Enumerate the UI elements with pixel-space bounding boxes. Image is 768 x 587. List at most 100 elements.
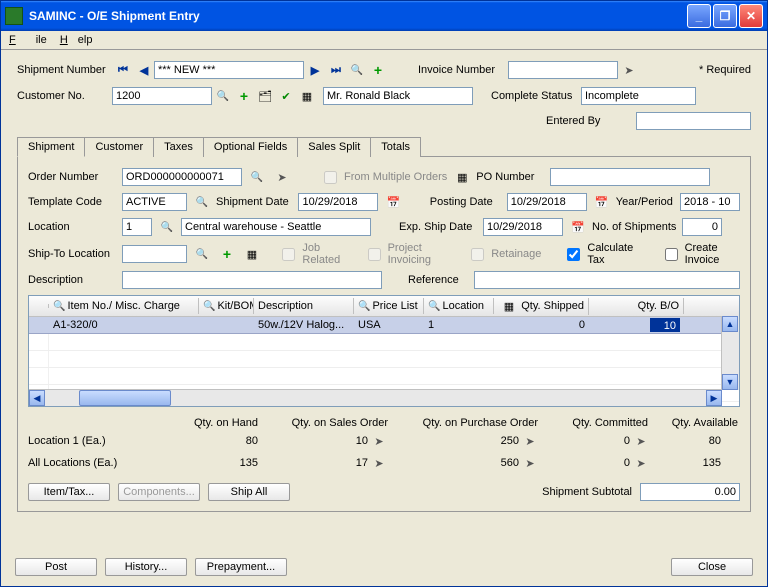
col-bo[interactable]: Qty. B/O <box>638 300 679 312</box>
menu-help[interactable]: Help <box>60 34 93 46</box>
template-code-input[interactable] <box>122 193 187 211</box>
order-go-icon[interactable]: ➤ <box>272 167 292 187</box>
customer-no-label: Customer No. <box>17 90 112 102</box>
window-title: SAMINC - O/E Shipment Entry <box>29 9 687 23</box>
grid-hscroll[interactable]: ◀ ▶ <box>29 389 722 406</box>
all-comm-go-icon[interactable]: ➤ <box>631 453 651 473</box>
scroll-down-icon[interactable]: ▼ <box>722 374 738 390</box>
loc-comm-go-icon[interactable]: ➤ <box>631 431 651 451</box>
search-shipment-icon[interactable] <box>347 60 367 80</box>
prepayment-button[interactable]: Prepayment... <box>195 558 287 576</box>
shipment-date-input[interactable] <box>298 193 378 211</box>
exp-ship-date-input[interactable] <box>483 218 563 236</box>
entered-by-label: Entered By <box>546 115 636 127</box>
item-tax-button[interactable]: Item/Tax... <box>28 483 110 501</box>
maximize-button[interactable]: ❐ <box>713 4 737 28</box>
posting-date-calendar-icon[interactable] <box>592 192 612 212</box>
shipto-table-icon[interactable]: ▦ <box>242 244 262 264</box>
col-item[interactable]: Item No./ Misc. Charge <box>67 300 179 312</box>
calculate-tax-checkbox[interactable]: Calculate Tax <box>563 242 638 266</box>
year-period-field <box>680 193 740 211</box>
template-search-icon[interactable] <box>192 192 212 212</box>
cell-desc[interactable]: 50w./12V Halog... <box>254 319 354 331</box>
col-kit[interactable]: Kit/BOM <box>217 300 254 312</box>
minimize-button[interactable]: _ <box>687 4 711 28</box>
scroll-up-icon[interactable]: ▲ <box>722 316 738 332</box>
tab-optional-fields[interactable]: Optional Fields <box>203 137 298 157</box>
invoice-go-icon[interactable]: ➤ <box>619 60 639 80</box>
order-number-label: Order Number <box>28 171 118 183</box>
customer-no-input[interactable] <box>112 87 212 105</box>
exp-ship-calendar-icon[interactable] <box>568 217 588 237</box>
detail-grid[interactable]: Item No./ Misc. Charge Kit/BOM Descripti… <box>28 295 740 407</box>
loc-po-go-icon[interactable]: ➤ <box>520 431 540 451</box>
reference-input[interactable] <box>474 271 740 289</box>
post-button[interactable]: Post <box>15 558 97 576</box>
customer-search-icon[interactable] <box>213 86 233 106</box>
customer-new-icon[interactable]: + <box>234 86 254 106</box>
cell-loc[interactable]: 1 <box>424 319 494 331</box>
customer-check-icon[interactable]: ✔ <box>276 86 296 106</box>
sum-h-comm: Qty. Committed <box>538 417 648 429</box>
grid-vscroll[interactable]: ▲ ▼ <box>721 316 739 390</box>
invoice-number-input[interactable] <box>508 61 618 79</box>
order-number-input[interactable] <box>122 168 242 186</box>
complete-status-label: Complete Status <box>491 90 581 102</box>
scroll-thumb[interactable] <box>79 390 171 406</box>
posting-date-input[interactable] <box>507 193 587 211</box>
shipment-number-label: Shipment Number <box>17 64 112 76</box>
tab-sales-split[interactable]: Sales Split <box>297 137 371 157</box>
cell-shipped[interactable]: 0 <box>494 319 589 331</box>
location-search-icon[interactable] <box>157 217 177 237</box>
location-input[interactable] <box>122 218 152 236</box>
po-table-icon[interactable]: ▦ <box>452 167 472 187</box>
scroll-left-icon[interactable]: ◀ <box>29 390 45 406</box>
sum-loc-comm: 0 <box>540 435 630 447</box>
loc-sales-go-icon[interactable]: ➤ <box>369 431 389 451</box>
sum-loc-onhand: 80 <box>148 435 258 447</box>
shipto-new-icon[interactable]: + <box>217 244 237 264</box>
cell-qty-bo-input[interactable]: 10 <box>650 318 680 332</box>
close-button[interactable]: Close <box>671 558 753 576</box>
no-of-shipments-field <box>682 218 722 236</box>
sum-loc-avail: 80 <box>651 435 721 447</box>
customer-card-icon[interactable]: 🗂 <box>255 86 275 106</box>
cell-item[interactable]: A1-320/0 <box>49 319 199 331</box>
exp-ship-date-label: Exp. Ship Date <box>399 221 479 233</box>
col-desc[interactable]: Description <box>258 300 313 312</box>
cell-price[interactable]: USA <box>354 319 424 331</box>
first-record-icon[interactable]: ⏮ <box>113 60 133 80</box>
ship-all-button[interactable]: Ship All <box>208 483 290 501</box>
col-shipped[interactable]: Qty. Shipped <box>521 300 584 312</box>
scroll-right-icon[interactable]: ▶ <box>706 390 722 406</box>
order-search-icon[interactable] <box>247 167 267 187</box>
ship-to-input[interactable] <box>122 245 187 263</box>
shipto-search-icon[interactable] <box>192 244 212 264</box>
table-row[interactable]: A1-320/0 50w./12V Halog... USA 1 0 10 <box>29 317 739 334</box>
shipment-date-calendar-icon[interactable] <box>383 192 403 212</box>
create-invoice-checkbox[interactable]: Create Invoice <box>661 242 740 266</box>
history-button[interactable]: History... <box>105 558 187 576</box>
sum-h-po: Qty. on Purchase Order <box>388 417 538 429</box>
prev-record-icon[interactable]: ◀ <box>134 60 154 80</box>
shipment-number-input[interactable] <box>154 61 304 79</box>
description-input[interactable] <box>122 271 382 289</box>
col-loc[interactable]: Location <box>442 300 484 312</box>
tab-customer[interactable]: Customer <box>84 137 154 157</box>
close-window-button[interactable]: ✕ <box>739 4 763 28</box>
po-number-input[interactable] <box>550 168 710 186</box>
all-po-go-icon[interactable]: ➤ <box>520 453 540 473</box>
col-price[interactable]: Price List <box>372 300 417 312</box>
tab-taxes[interactable]: Taxes <box>153 137 204 157</box>
menu-file[interactable]: File <box>9 34 47 46</box>
description-label: Description <box>28 274 118 286</box>
new-shipment-icon[interactable]: + <box>368 60 388 80</box>
next-record-icon[interactable]: ▶ <box>305 60 325 80</box>
last-record-icon[interactable]: ⏭ <box>326 60 346 80</box>
year-period-label: Year/Period <box>616 196 676 208</box>
sum-loc-po: 250 <box>389 435 519 447</box>
tab-totals[interactable]: Totals <box>370 137 421 157</box>
all-sales-go-icon[interactable]: ➤ <box>369 453 389 473</box>
customer-table-icon[interactable]: ▦ <box>297 86 317 106</box>
tab-shipment[interactable]: Shipment <box>17 137 85 157</box>
